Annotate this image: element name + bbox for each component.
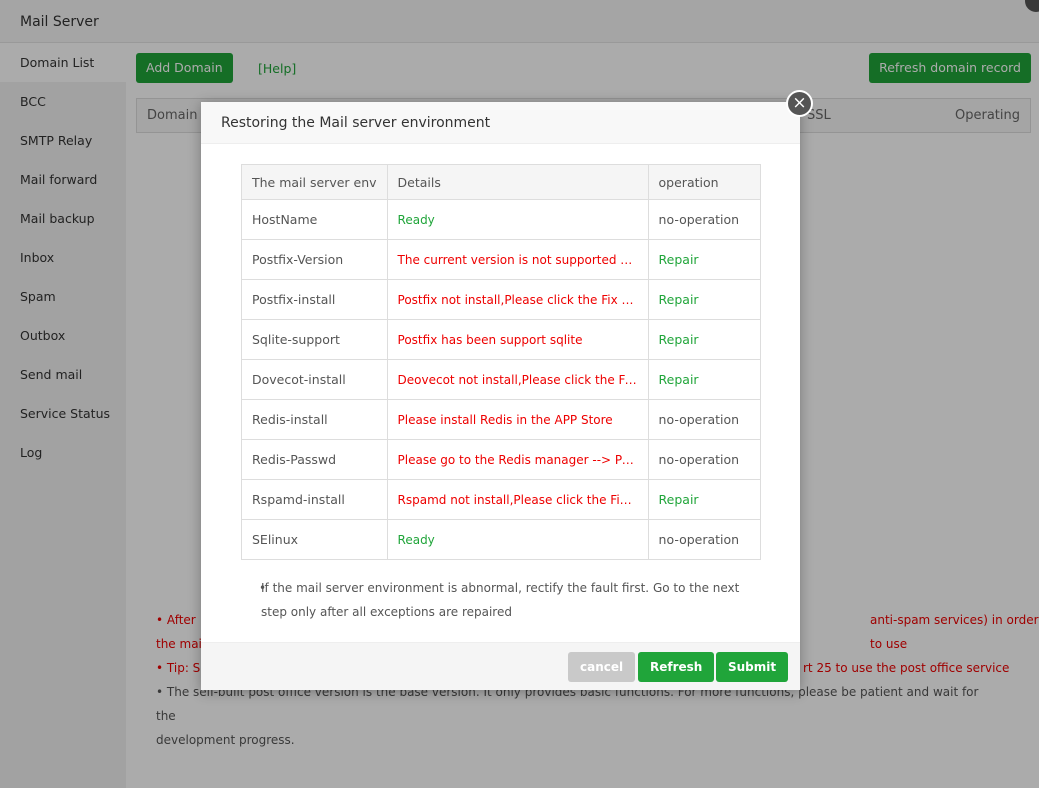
dialog-title: Restoring the Mail server environment (201, 102, 800, 144)
repair-link[interactable]: Repair (647, 319, 762, 360)
operation-text: no-operation (647, 399, 762, 440)
operation-text: no-operation (647, 519, 762, 560)
table-row: Redis-Passwd Please go to the Redis manag… (241, 439, 762, 480)
restore-env-dialog: Restoring the Mail server environment × … (201, 90, 813, 690)
env-name: SElinux (241, 519, 388, 560)
table-row: Sqlite-support Postfix has been support s… (241, 319, 762, 360)
operation-text: no-operation (647, 199, 762, 240)
env-name: Redis-install (241, 399, 388, 440)
env-name: Postfix-install (241, 279, 388, 320)
close-icon[interactable]: × (786, 90, 813, 117)
env-details: Ready (386, 519, 649, 560)
env-name: Sqlite-support (241, 319, 388, 360)
env-name: Postfix-Version (241, 239, 388, 280)
repair-link[interactable]: Repair (647, 279, 762, 320)
col-details: Details (386, 164, 649, 200)
dialog-footer: cancel Refresh Submit (201, 642, 800, 690)
env-details: Rspamd not install,Please click the Fix … (386, 479, 649, 520)
col-operation: operation (647, 164, 762, 200)
note-text: If the mail server environment is abnorm… (261, 581, 740, 619)
table-row: Dovecot-install Deovecot not install,Plea… (241, 359, 762, 400)
table-row: Postfix-Version The current version is no… (241, 239, 762, 280)
env-details: Please go to the Redis manager --> Per..… (386, 439, 649, 480)
env-table: The mail server env Details operation Ho… (241, 164, 762, 560)
env-details: Postfix has been support sqlite (386, 319, 649, 360)
repair-link[interactable]: Repair (647, 359, 762, 400)
env-details: Ready (386, 199, 649, 240)
submit-button[interactable]: Submit (716, 652, 789, 682)
env-name: Redis-Passwd (241, 439, 388, 480)
repair-link[interactable]: Repair (647, 479, 762, 520)
refresh-button[interactable]: Refresh (638, 652, 715, 682)
env-details: Deovecot not install,Please click the Fi… (386, 359, 649, 400)
table-row: HostName Ready no-operation (241, 199, 762, 240)
table-row: Redis-install Please install Redis in the… (241, 399, 762, 440)
operation-text: no-operation (647, 439, 762, 480)
table-row: Rspamd-install Rspamd not install,Please … (241, 479, 762, 520)
env-name: Rspamd-install (241, 479, 388, 520)
env-details: Postfix not install,Please click the Fix… (386, 279, 649, 320)
env-details: The current version is not supported or … (386, 239, 649, 280)
dialog-note: • If the mail server environment is abnor… (259, 581, 740, 619)
table-row: SElinux Ready no-operation (241, 519, 762, 560)
env-name: HostName (241, 199, 388, 240)
env-details: Please install Redis in the APP Store (386, 399, 649, 440)
repair-link[interactable]: Repair (647, 239, 762, 280)
cancel-button[interactable]: cancel (568, 652, 636, 682)
table-row: Postfix-install Postfix not install,Pleas… (241, 279, 762, 320)
col-env: The mail server env (241, 164, 388, 200)
env-name: Dovecot-install (241, 359, 388, 400)
